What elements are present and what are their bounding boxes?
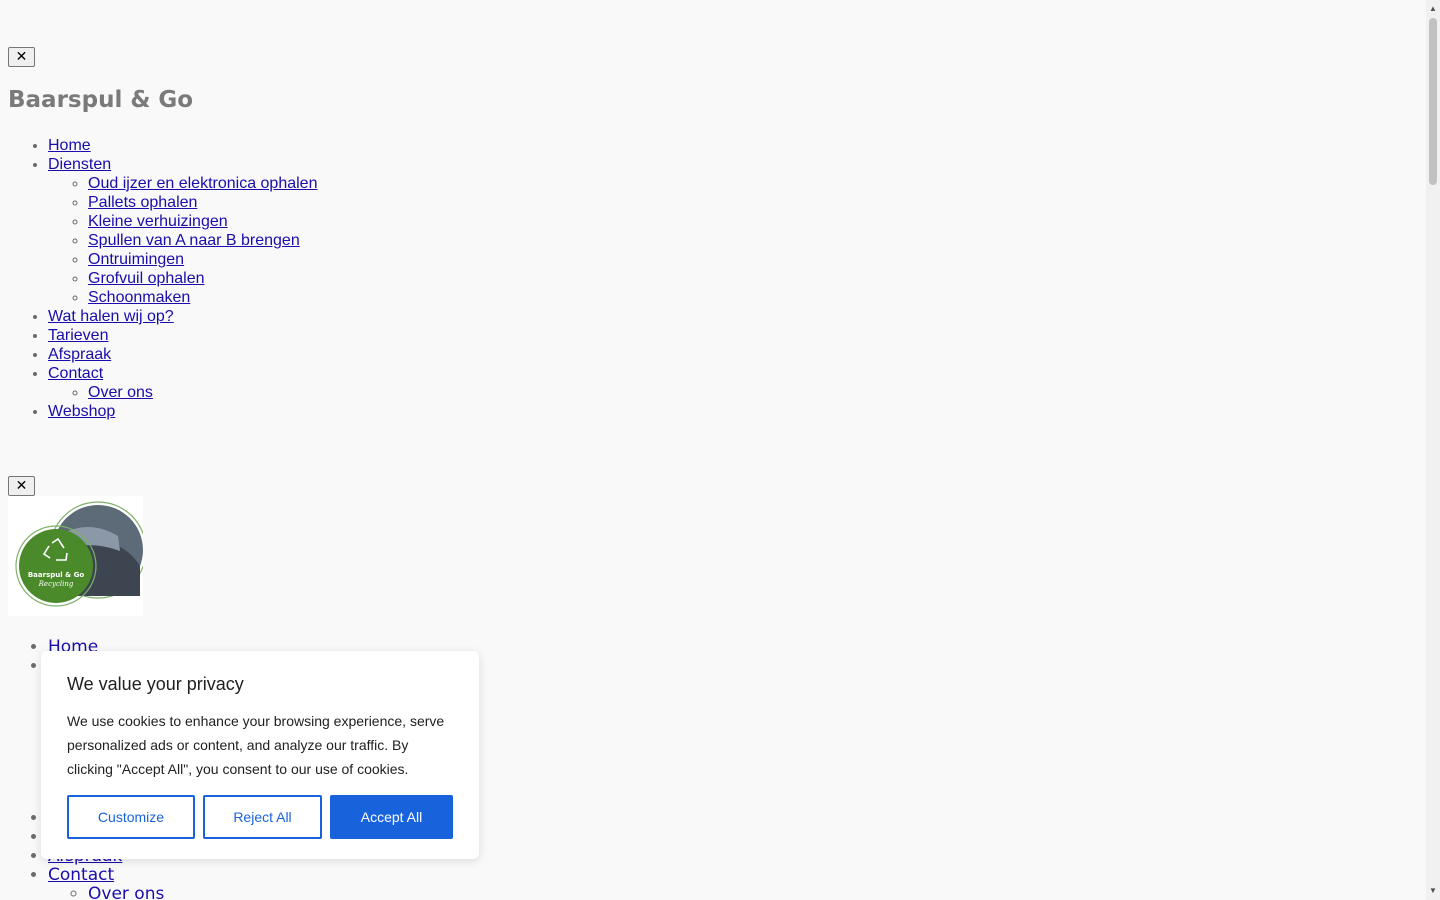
logo-text-line2: Recycling <box>38 580 74 588</box>
nav-link-diensten[interactable]: Diensten <box>48 156 111 173</box>
nav-item-contact: Contact Over ons <box>48 364 317 402</box>
submenu-link[interactable]: Ontruimingen <box>88 251 184 268</box>
submenu-link[interactable]: Oud ijzer en elektronica ophalen <box>88 175 317 192</box>
vertical-scrollbar[interactable]: ▲ ▼ <box>1426 0 1440 900</box>
nav-item-wat-halen: Wat halen wij op? <box>48 307 317 326</box>
submenu-item: Grofvuil ophalen <box>88 269 317 288</box>
nav2-link-contact[interactable]: Contact <box>48 865 114 885</box>
close-menu-button-2[interactable]: ✕ <box>8 476 35 496</box>
cookie-buttons: Customize Reject All Accept All <box>67 795 453 839</box>
submenu-item: Schoonmaken <box>88 288 317 307</box>
logo-image: Baarspul & Go Recycling <box>15 501 143 607</box>
submenu-item: Ontruimingen <box>88 250 317 269</box>
submenu-item: Over ons <box>88 383 317 402</box>
nav-item-tarieven: Tarieven <box>48 326 317 345</box>
scroll-down-arrow-icon[interactable]: ▼ <box>1426 884 1440 898</box>
submenu-item: Spullen van A naar B brengen <box>88 231 317 250</box>
nav-link-webshop[interactable]: Webshop <box>48 403 115 420</box>
site-title: Baarspul & Go <box>8 87 194 113</box>
scroll-up-arrow-icon[interactable]: ▲ <box>1426 2 1440 16</box>
nav2-link-over-ons[interactable]: Over ons <box>88 884 164 900</box>
nav-link-wat-halen[interactable]: Wat halen wij op? <box>48 308 174 325</box>
submenu-link[interactable]: Grofvuil ophalen <box>88 270 205 287</box>
cookie-title: We value your privacy <box>67 674 244 694</box>
nav-item-webshop: Webshop <box>48 402 317 421</box>
nav-item-diensten: Diensten Oud ijzer en elektronica ophale… <box>48 155 317 307</box>
nav-link-over-ons[interactable]: Over ons <box>88 384 153 401</box>
submenu-link[interactable]: Pallets ophalen <box>88 194 197 211</box>
logo-text-line1: Baarspul & Go <box>28 571 85 579</box>
main-nav: Home Diensten Oud ijzer en elektronica o… <box>8 136 317 421</box>
nav-link-home[interactable]: Home <box>48 137 91 154</box>
submenu2-item: Over ons <box>88 885 364 900</box>
nav-link-tarieven[interactable]: Tarieven <box>48 327 108 344</box>
cookie-text: We use cookies to enhance your browsing … <box>67 713 445 777</box>
nav-link-afspraak[interactable]: Afspraak <box>48 346 111 363</box>
submenu-link[interactable]: Kleine verhuizingen <box>88 213 228 230</box>
scroll-thumb[interactable] <box>1429 18 1437 185</box>
nav-item-afspraak: Afspraak <box>48 345 317 364</box>
close-menu-button[interactable]: ✕ <box>8 47 35 67</box>
nav2-item-contact: Contact Over ons <box>48 866 364 900</box>
submenu-link[interactable]: Spullen van A naar B brengen <box>88 232 300 249</box>
contact-submenu: Over ons <box>48 383 317 402</box>
contact-submenu-2: Over ons <box>48 885 364 900</box>
nav-link-contact[interactable]: Contact <box>48 365 103 382</box>
submenu-link[interactable]: Schoonmaken <box>88 289 190 306</box>
submenu-item: Oud ijzer en elektronica ophalen <box>88 174 317 193</box>
nav-item-home: Home <box>48 136 317 155</box>
site-logo[interactable]: Baarspul & Go Recycling <box>8 496 143 616</box>
submenu-item: Pallets ophalen <box>88 193 317 212</box>
accept-all-button[interactable]: Accept All <box>330 795 453 839</box>
page: ✕ Baarspul & Go Home Diensten Oud ijzer … <box>0 0 1426 900</box>
diensten-submenu: Oud ijzer en elektronica ophalen Pallets… <box>48 174 317 307</box>
customize-button[interactable]: Customize <box>67 795 195 839</box>
reject-all-button[interactable]: Reject All <box>203 795 322 839</box>
cookie-consent-banner: We value your privacy We use cookies to … <box>41 651 479 859</box>
submenu-item: Kleine verhuizingen <box>88 212 317 231</box>
